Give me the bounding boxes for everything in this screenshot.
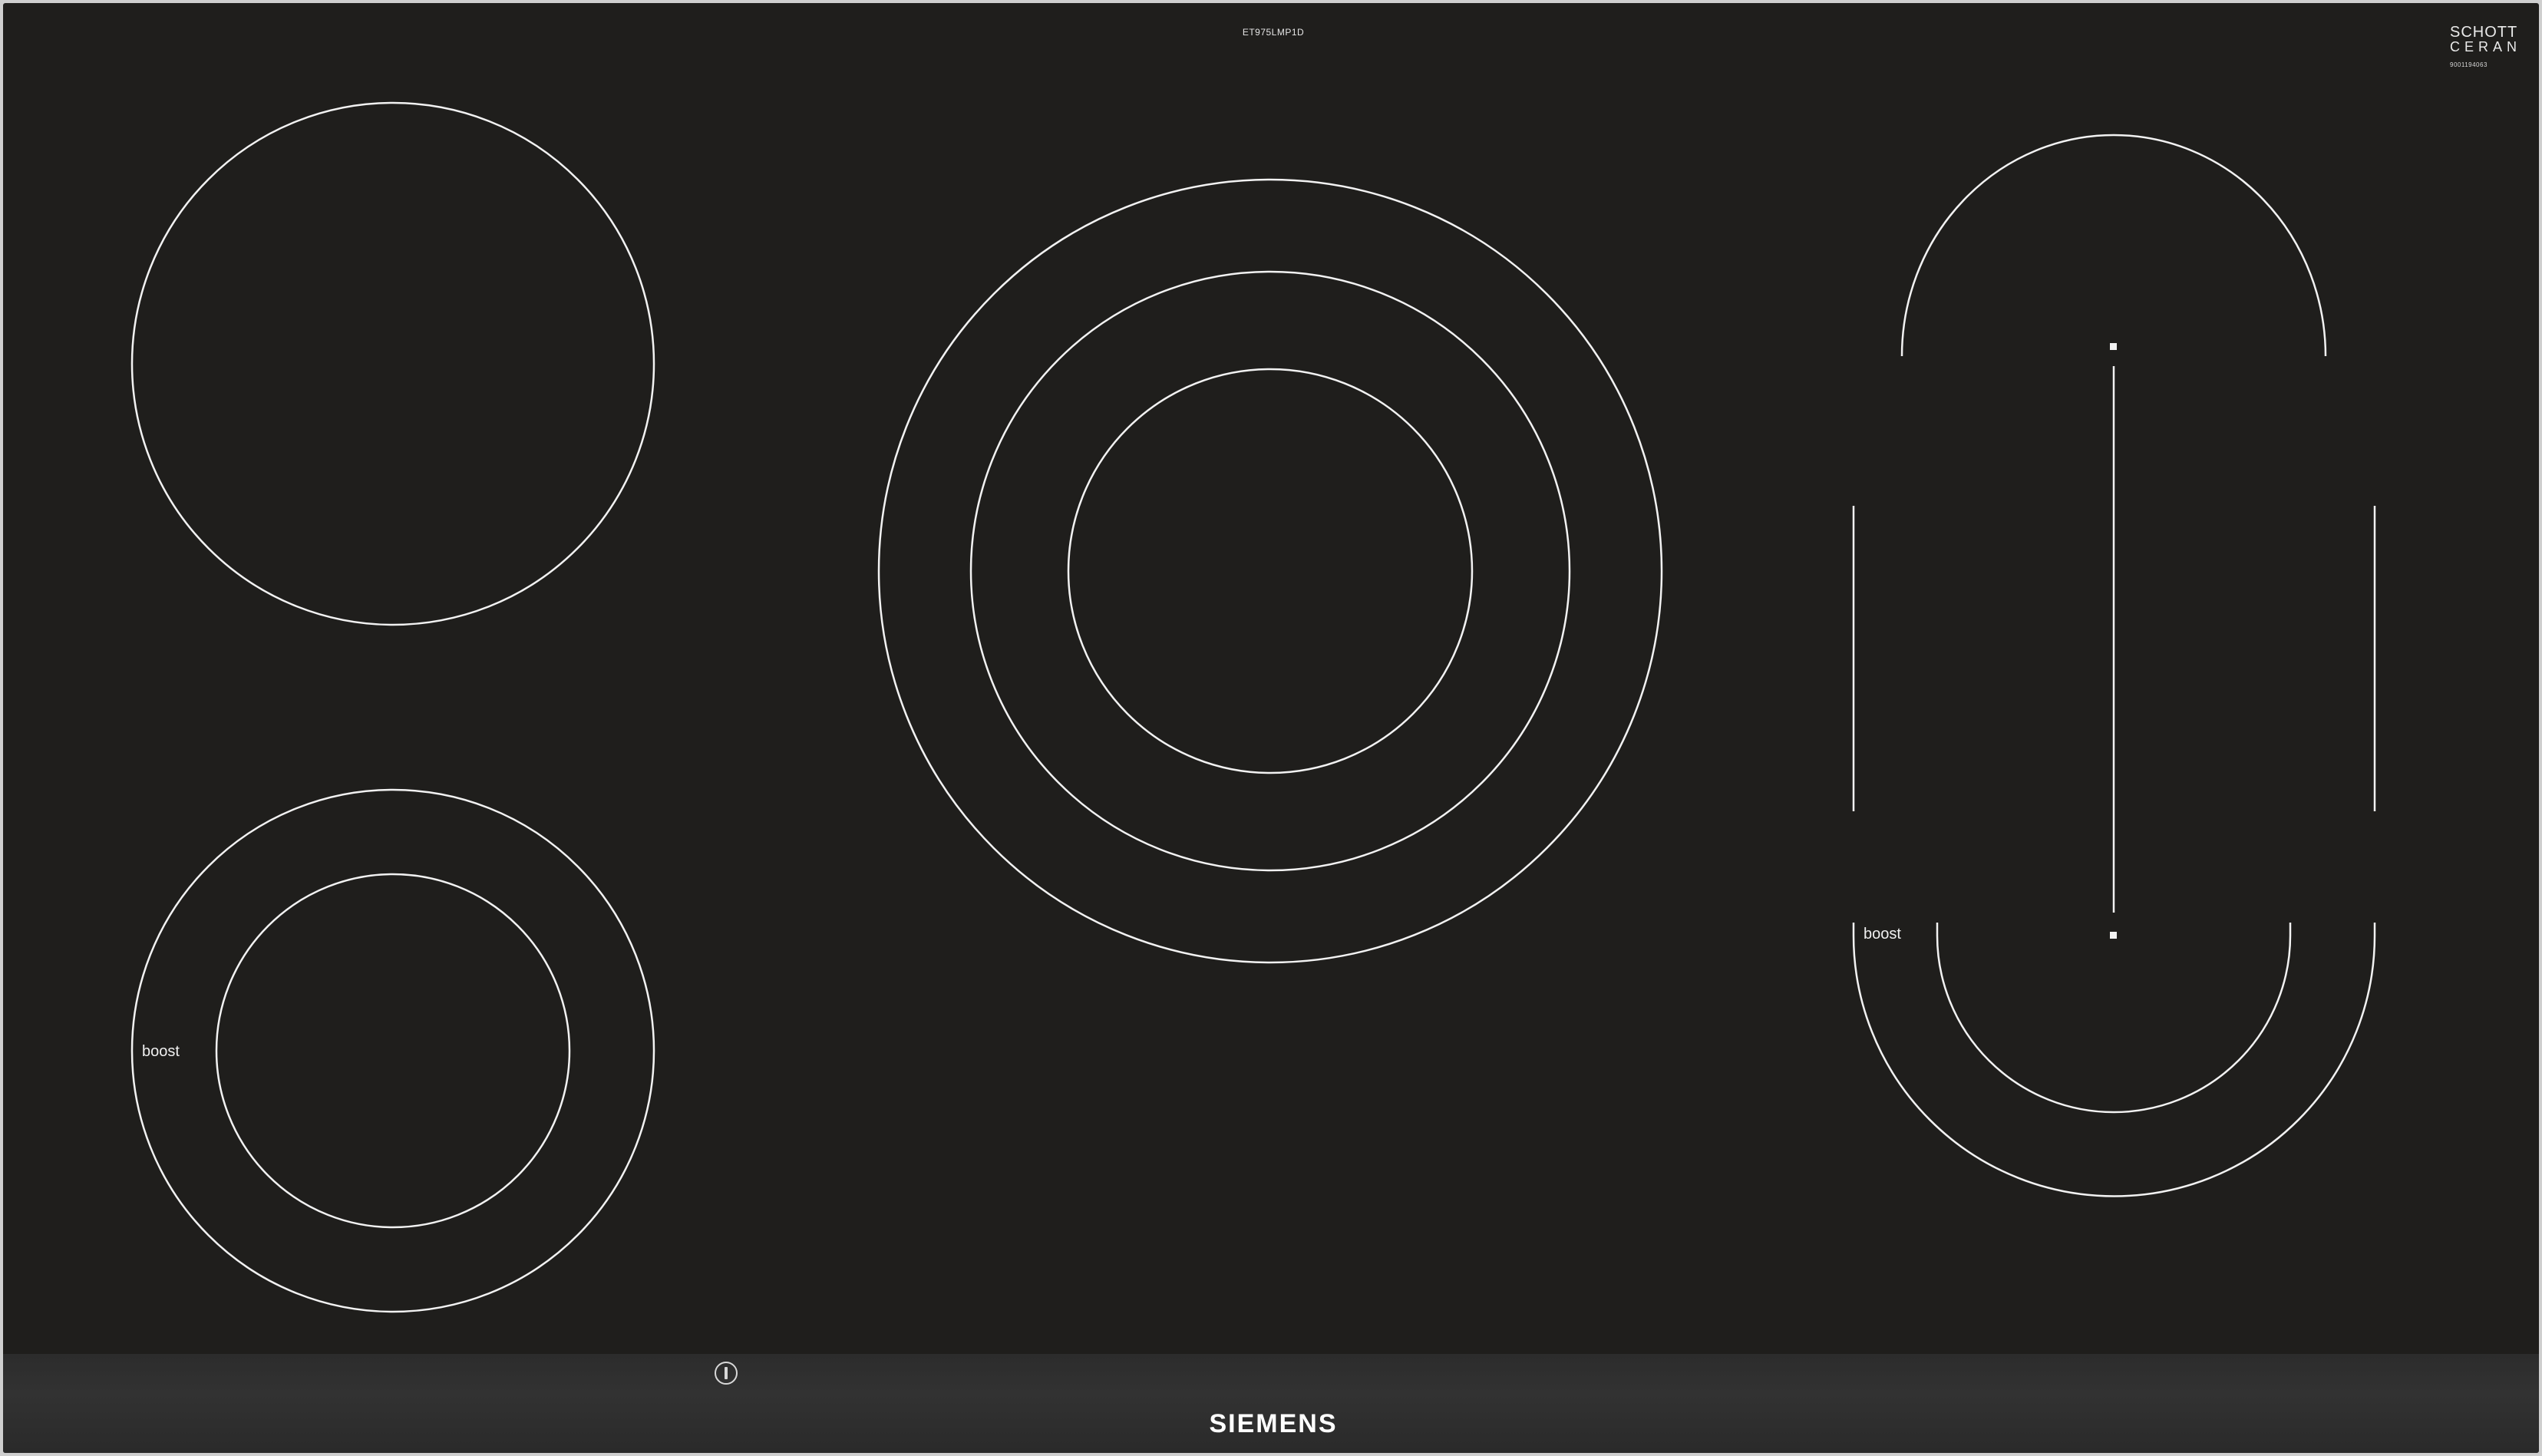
boost-label-left: boost	[142, 1043, 180, 1060]
brand-logo: SIEMENS	[1209, 1409, 1338, 1438]
cooking-zone-right-bottom-inner-arc[interactable]	[1936, 923, 2292, 1114]
cooking-zone-bottom-left-inner[interactable]	[215, 873, 571, 1229]
cooking-zone-bottom-left-outer[interactable]	[130, 788, 655, 1313]
cooking-zone-right-bottom-outer-arc[interactable]	[1852, 923, 2376, 1197]
cooking-zone-right-top-arc[interactable]	[1900, 134, 2327, 357]
cooking-zone-markings	[130, 101, 2376, 1313]
schott-ceran-logo: SCHOTT CERAN 9001194063	[2450, 25, 2519, 68]
boost-label-right: boost	[1864, 926, 1901, 943]
cooking-zone-center-middle[interactable]	[969, 270, 1571, 872]
glass-serial-number: 9001194063	[2450, 61, 2488, 68]
cooking-zone-center-outer[interactable]	[877, 178, 1663, 964]
cooking-zone-center-inner[interactable]	[1067, 368, 1474, 774]
glass-brand-line1: SCHOTT	[2450, 24, 2518, 41]
cooktop-glass-panel: ET975LMP1D SCHOTT CERAN 9001194063 boost…	[3, 3, 2539, 1453]
zone-marker-dot-bottom	[2110, 932, 2117, 939]
power-button[interactable]	[715, 1362, 738, 1385]
model-code: ET975LMP1D	[1242, 27, 1305, 38]
glass-brand-line2: CERAN	[2450, 39, 2522, 54]
power-icon	[725, 1367, 728, 1379]
cooking-zone-top-left[interactable]	[130, 101, 655, 626]
zone-marker-dot-top	[2110, 343, 2117, 350]
